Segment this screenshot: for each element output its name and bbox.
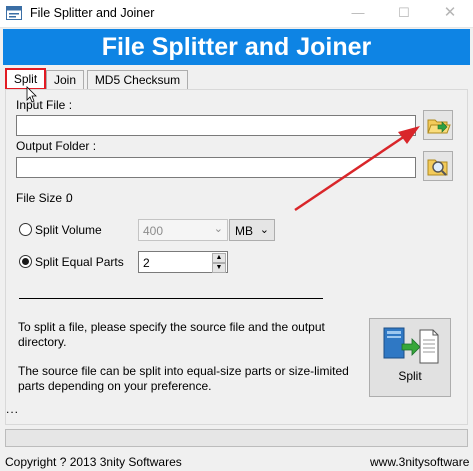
progress-bar	[5, 429, 468, 447]
close-button[interactable]: ✕	[430, 0, 470, 28]
stepper-down-icon[interactable]: ▼	[212, 263, 226, 273]
tab-join[interactable]: Join	[46, 70, 84, 90]
window-title: File Splitter and Joiner	[30, 6, 155, 20]
status-text: ...	[6, 402, 20, 416]
app-banner: File Splitter and Joiner	[3, 29, 470, 65]
tab-md5-checksum[interactable]: MD5 Checksum	[87, 70, 188, 90]
split-volume-radio[interactable]	[19, 223, 32, 236]
chevron-down-icon: ⌄	[259, 224, 269, 236]
equal-parts-stepper[interactable]: 2 ▲ ▼	[138, 251, 228, 273]
split-volume-unit-select[interactable]: MB ⌄	[229, 219, 275, 241]
browse-input-button[interactable]	[423, 110, 453, 140]
minimize-button[interactable]: —	[338, 0, 378, 28]
split-volume-size-select[interactable]: 400 ⌄	[138, 219, 228, 241]
copyright-text: Copyright ? 2013 3nity Softwares	[5, 455, 182, 469]
output-folder-field[interactable]	[16, 157, 416, 178]
split-equal-parts-radio[interactable]	[19, 255, 32, 268]
folder-open-icon	[427, 119, 451, 134]
app-icon	[6, 6, 22, 20]
maximize-button[interactable]: ☐	[384, 0, 424, 28]
file-size-value: 0	[66, 191, 73, 205]
website-link[interactable]: www.3nitysoftware	[370, 455, 469, 469]
split-equal-parts-label[interactable]: Split Equal Parts	[35, 255, 124, 269]
input-file-field[interactable]	[16, 115, 416, 136]
split-document-icon	[383, 327, 439, 364]
output-folder-label: Output Folder :	[16, 139, 97, 153]
split-button-label: Split	[398, 369, 422, 383]
split-volume-label[interactable]: Split Volume	[35, 223, 102, 237]
input-file-label: Input File :	[16, 98, 73, 112]
browse-output-button[interactable]	[423, 151, 453, 181]
split-button[interactable]: Split	[369, 318, 451, 397]
divider	[19, 298, 323, 299]
file-size-label: File Size :	[16, 191, 69, 205]
tab-split[interactable]: Split	[5, 68, 46, 90]
split-panel: Input File : Output Folder : File Size :…	[5, 89, 468, 425]
chevron-down-icon: ⌄	[213, 223, 223, 235]
title-bar: File Splitter and Joiner — ☐ ✕	[0, 0, 473, 28]
info-text-1: To split a file, please specify the sour…	[18, 320, 325, 349]
info-text-2: The source file can be split into equal-…	[18, 364, 349, 393]
stepper-up-icon[interactable]: ▲	[212, 253, 226, 263]
folder-search-icon	[427, 159, 448, 176]
